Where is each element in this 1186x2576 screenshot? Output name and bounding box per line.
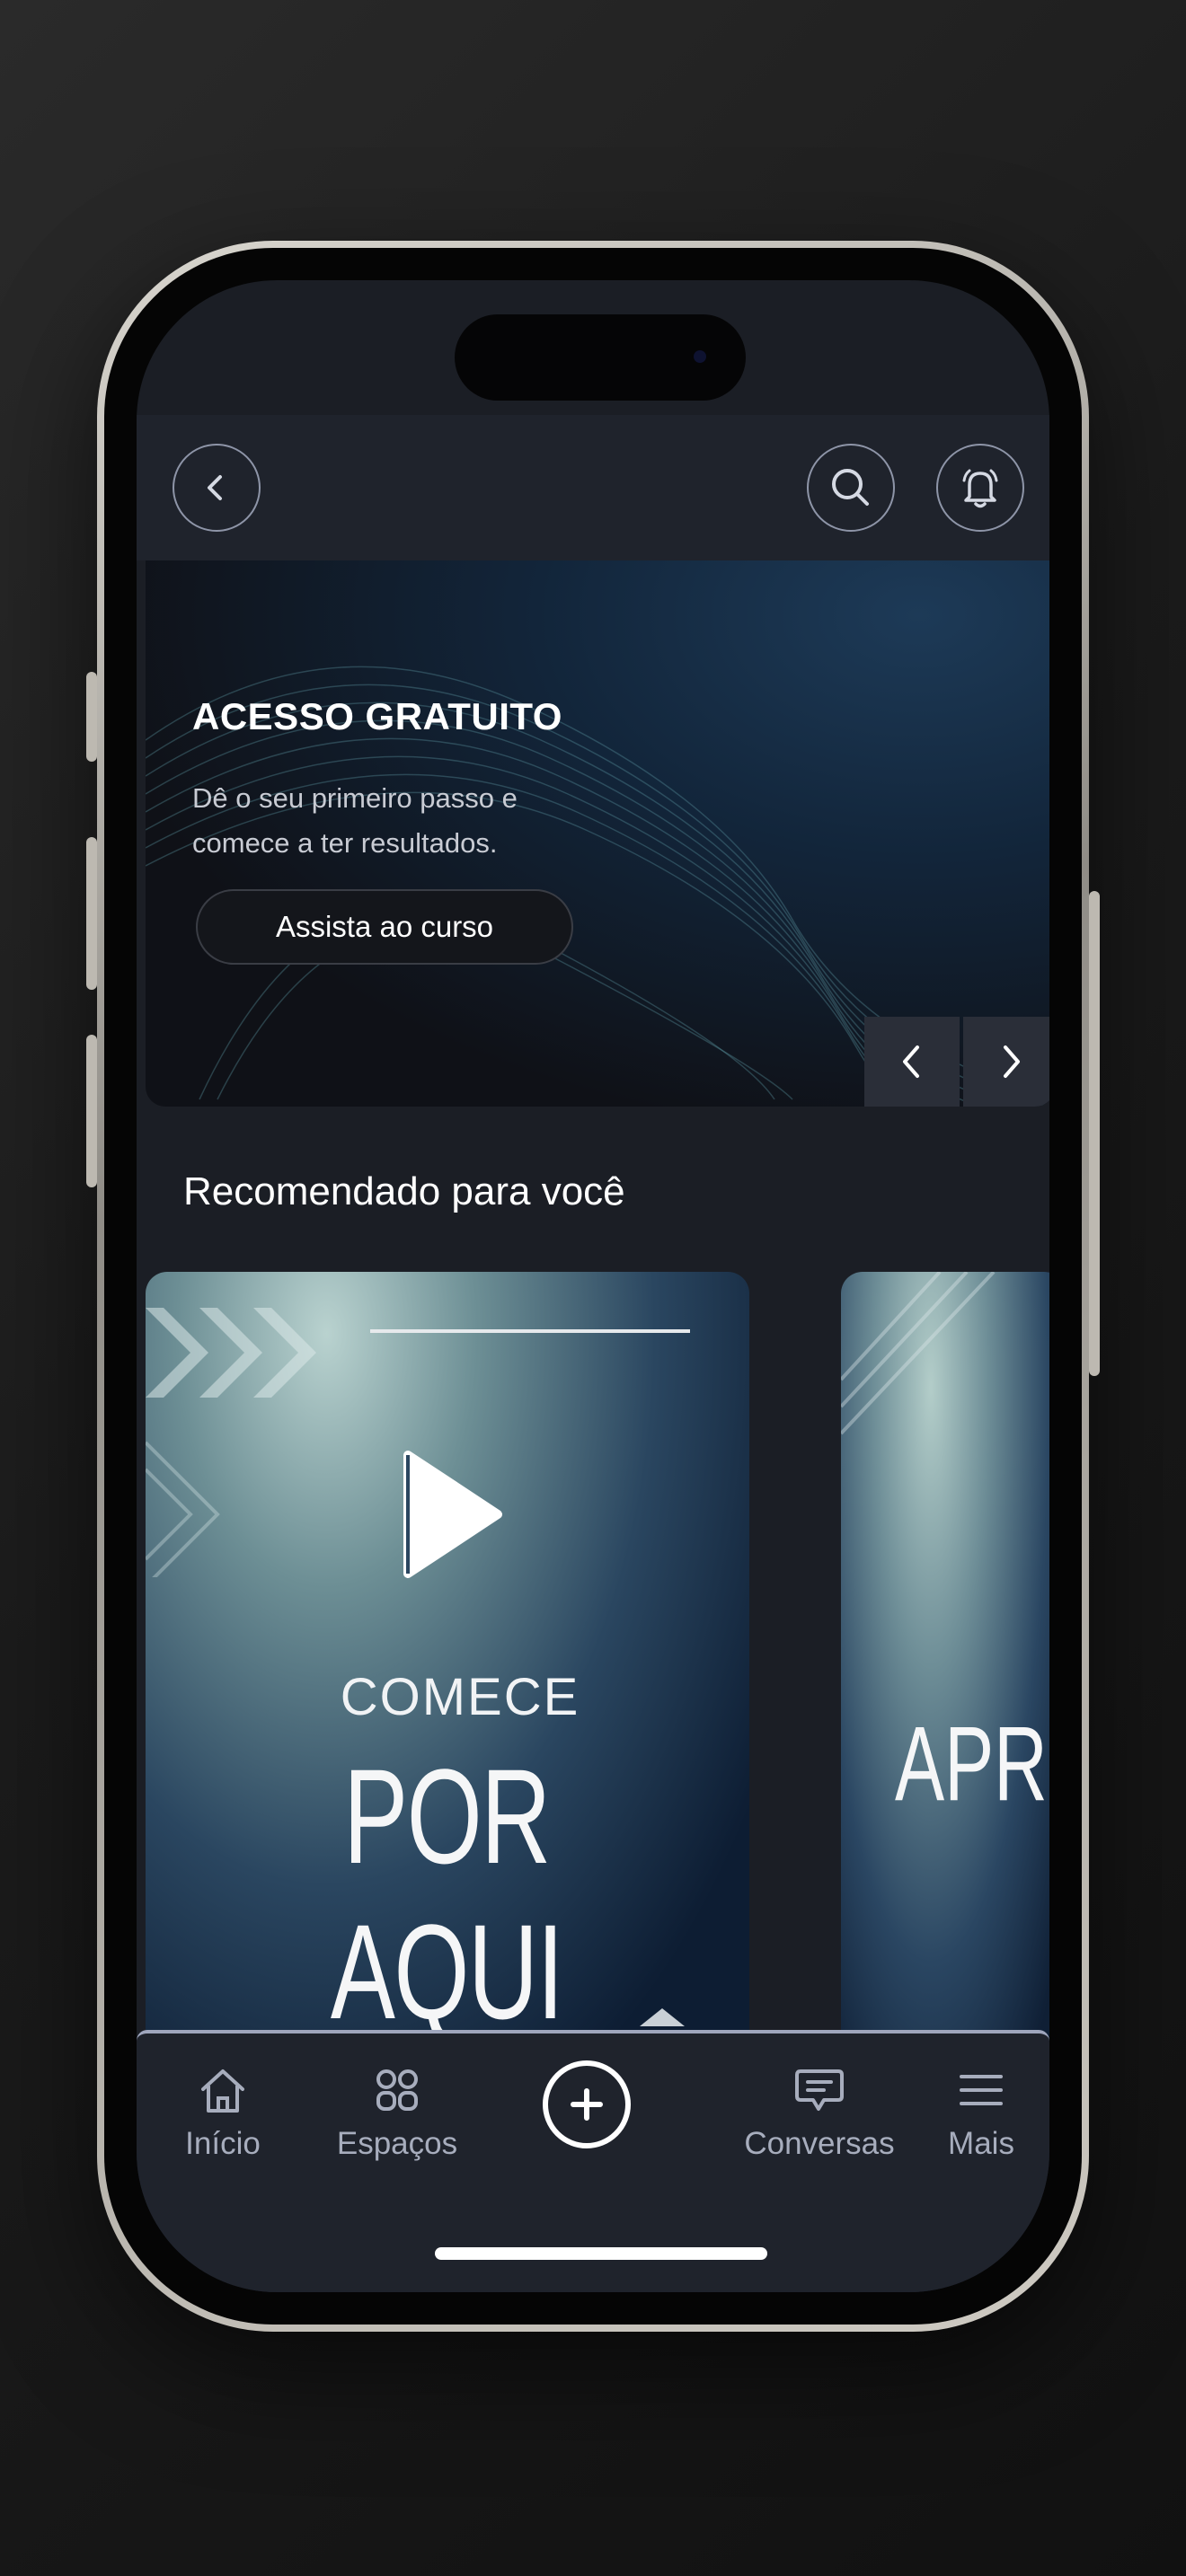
tab-mais[interactable]: Mais (909, 2064, 1049, 2162)
chevron-left-icon (208, 475, 222, 500)
card-divider (370, 1329, 690, 1333)
banner-subtitle: Dê o seu primeiro passo e comece a ter r… (192, 776, 606, 866)
tab-label: Conversas (744, 2126, 895, 2161)
tab-conversas[interactable]: Conversas (712, 2064, 927, 2162)
grid-icon (376, 2069, 418, 2111)
chevron-left-icon (903, 1045, 919, 1078)
bottom-tab-bar: Início Espaços Conversas Mais (137, 2030, 1049, 2292)
hero-banner: ACESSO GRATUITO Dê o seu primeiro passo … (146, 560, 1049, 1107)
card-title-small: COMECE (340, 1668, 580, 1726)
menu-icon (960, 2075, 1003, 2105)
arrows-decoration (146, 1308, 316, 1577)
bell-icon (962, 469, 998, 508)
home-icon (201, 2069, 244, 2113)
mute-switch (86, 672, 97, 762)
volume-down-button (86, 1035, 97, 1187)
card-title-big: POR AQUI (330, 1741, 564, 2044)
tab-label: Espaços (336, 2126, 458, 2161)
create-button[interactable] (543, 2060, 631, 2148)
volume-up-button (86, 837, 97, 990)
chat-icon (795, 2069, 844, 2111)
plus-icon (571, 2088, 603, 2121)
stripes-decoration (841, 1272, 996, 1435)
top-bar (137, 415, 1049, 560)
power-button (1089, 891, 1100, 1376)
dynamic-island (455, 314, 746, 401)
play-icon (403, 1451, 502, 1578)
search-icon (832, 469, 869, 506)
home-indicator (435, 2247, 767, 2260)
tab-inicio[interactable]: Início (142, 2064, 304, 2162)
tab-label: Mais (948, 2126, 1014, 2161)
notifications-button[interactable] (936, 444, 1024, 532)
course-card[interactable]: COMECE POR AQUI (146, 1272, 749, 2044)
course-card[interactable]: APRE (841, 1272, 1049, 2044)
banner-title: ACESSO GRATUITO (192, 695, 562, 737)
tab-espacos[interactable]: Espaços (316, 2064, 478, 2162)
watch-course-button[interactable]: Assista ao curso (196, 889, 573, 965)
recommended-title: Recomendado para você (183, 1169, 625, 1213)
banner-subtitle-line2: comece a ter resultados. (192, 827, 498, 859)
app-screen: ACESSO GRATUITO Dê o seu primeiro passo … (137, 280, 1049, 2292)
back-button[interactable] (173, 444, 261, 532)
search-button[interactable] (807, 444, 895, 532)
card-title-big: APRE (895, 1705, 1049, 1823)
banner-subtitle-line1: Dê o seu primeiro passo e (192, 782, 518, 814)
banner-next-button[interactable] (963, 1017, 1049, 1107)
banner-prev-button[interactable] (864, 1017, 960, 1107)
phone-bezel: ACESSO GRATUITO Dê o seu primeiro passo … (104, 248, 1082, 2325)
phone-frame: ACESSO GRATUITO Dê o seu primeiro passo … (86, 241, 1100, 2332)
tab-label: Início (185, 2126, 261, 2161)
chevron-right-icon (1004, 1045, 1020, 1078)
camera-icon (694, 350, 706, 363)
